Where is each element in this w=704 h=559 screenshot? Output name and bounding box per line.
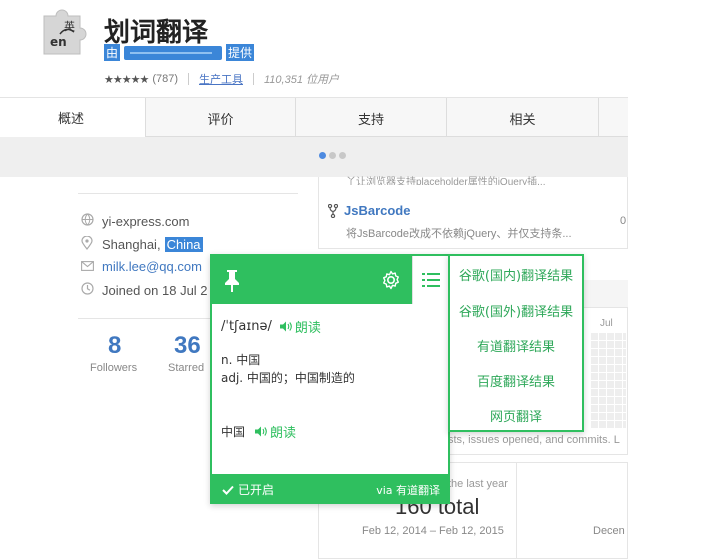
user-count: 110,351 位用户 xyxy=(264,74,340,86)
speaker-icon xyxy=(279,321,292,332)
phonetic-text: /ˈtʃaɪnə/ xyxy=(221,319,272,334)
menu-list-button[interactable] xyxy=(412,256,448,304)
repo-desc: 将JsBarcode改成不依赖jQuery、并仅支持条... xyxy=(346,228,572,240)
profile-location: Shanghai, China xyxy=(80,235,203,253)
tab-reviews[interactable]: 评价 xyxy=(146,98,296,138)
carousel-dot[interactable] xyxy=(319,152,326,159)
streak-date: Decen xyxy=(593,525,625,537)
carousel-band xyxy=(0,137,628,177)
starred-label: Starred xyxy=(168,362,205,374)
country-text-selected: China xyxy=(164,237,203,252)
repo-star-count: 0 xyxy=(620,215,627,227)
email-link[interactable]: milk.lee@qq.com xyxy=(102,259,202,274)
starred-count[interactable]: 36 xyxy=(174,332,201,360)
year-label: the last year xyxy=(448,478,508,490)
via-source-link[interactable]: via 有道翻译 xyxy=(376,482,440,498)
carousel-dots xyxy=(319,152,346,159)
repo-name[interactable]: JsBarcode xyxy=(344,203,410,218)
carousel-dot[interactable] xyxy=(329,152,336,159)
mail-icon xyxy=(80,259,94,274)
translate-popup: /ˈtʃaɪnə/ 朗读 n. 中国 adj. 中国的；中国制造的 中国 朗读 … xyxy=(210,254,450,504)
year-range: Feb 12, 2014 – Feb 12, 2015 xyxy=(362,525,504,537)
meta-separator xyxy=(253,73,254,85)
speak-button[interactable]: 朗读 xyxy=(255,422,296,441)
author-name-redacted[interactable] xyxy=(124,45,223,60)
definition-noun: n. 中国 xyxy=(221,353,261,367)
menu-item-google-intl[interactable]: 谷歌(国外)翻译结果 xyxy=(450,301,582,320)
menu-item-baidu[interactable]: 百度翻译结果 xyxy=(450,371,582,390)
menu-item-youdao[interactable]: 有道翻译结果 xyxy=(450,336,582,355)
rating-stars-icon[interactable]: ★★★★★ xyxy=(104,73,149,86)
joined-text: Joined on 18 Jul 2 xyxy=(102,282,208,298)
website-text[interactable]: yi-express.com xyxy=(102,214,189,229)
divider xyxy=(78,193,298,194)
extension-puzzle-icon: 英 en xyxy=(38,6,98,60)
speak-label: 朗读 xyxy=(270,426,297,441)
month-label: Jul xyxy=(600,318,613,329)
translation-row: 中国 朗读 xyxy=(221,422,296,441)
enabled-label: 已开启 xyxy=(238,483,275,497)
extension-author: 由 提供 xyxy=(104,44,255,61)
speak-label: 朗读 xyxy=(294,321,321,336)
contrib-note: sts, issues opened, and commits. L xyxy=(448,434,620,446)
divider xyxy=(516,462,517,559)
detail-tabs: 概述 评价 支持 相关 xyxy=(0,97,628,138)
tab-related[interactable]: 相关 xyxy=(447,98,599,138)
globe-icon xyxy=(80,213,94,229)
clock-icon xyxy=(80,282,94,298)
repo-fork-icon xyxy=(328,203,338,218)
location-pin-icon xyxy=(80,235,94,253)
tab-support[interactable]: 支持 xyxy=(296,98,447,138)
repo-link[interactable]: JsBarcode xyxy=(328,203,410,218)
repo-prev-desc: 丫让浏览器支持placeholder属性的jQuery插... xyxy=(346,177,546,185)
carousel-dot[interactable] xyxy=(339,152,346,159)
followers-count[interactable]: 8 xyxy=(108,332,121,360)
popup-footer: 已开启 via 有道翻译 xyxy=(212,474,448,502)
followers-label: Followers xyxy=(90,362,138,374)
profile-website: yi-express.com xyxy=(80,213,189,229)
speaker-icon xyxy=(255,426,267,437)
meta-separator xyxy=(188,73,189,85)
engine-menu: 谷歌(国内)翻译结果 谷歌(国外)翻译结果 有道翻译结果 百度翻译结果 网页翻译 xyxy=(448,254,584,432)
author-prefix: 由 xyxy=(104,44,121,61)
author-suffix: 提供 xyxy=(226,44,255,61)
menu-item-webpage[interactable]: 网页翻译 xyxy=(450,406,582,425)
gear-icon[interactable] xyxy=(380,269,402,296)
profile-joined: Joined on 18 Jul 2 xyxy=(80,282,208,298)
pin-icon[interactable] xyxy=(222,268,242,297)
phonetic-row: /ˈtʃaɪnə/ 朗读 xyxy=(221,317,321,336)
menu-item-google-cn[interactable]: 谷歌(国内)翻译结果 xyxy=(450,265,582,284)
contribution-grid xyxy=(590,332,626,428)
definition-adj: adj. 中国的；中国制造的 xyxy=(221,371,355,385)
tab-overview[interactable]: 概述 xyxy=(0,98,146,138)
city-text: Shanghai, xyxy=(102,237,161,252)
page: 英 en 划词翻译 由 提供 ★★★★★ (787) 生产工具 110,351 … xyxy=(0,0,704,559)
category-link[interactable]: 生产工具 xyxy=(199,71,243,87)
profile-email: milk.lee@qq.com xyxy=(80,259,202,274)
extension-meta: ★★★★★ (787) 生产工具 110,351 位用户 xyxy=(104,71,339,87)
speak-button[interactable]: 朗读 xyxy=(279,317,321,336)
list-icon xyxy=(421,273,440,287)
enabled-toggle[interactable]: 已开启 xyxy=(222,481,274,498)
rating-count[interactable]: (787) xyxy=(152,73,178,85)
icon-text-bottom: en xyxy=(50,35,67,49)
check-icon xyxy=(222,485,234,495)
translation-text: 中国 xyxy=(221,425,246,439)
popup-header xyxy=(212,256,412,304)
